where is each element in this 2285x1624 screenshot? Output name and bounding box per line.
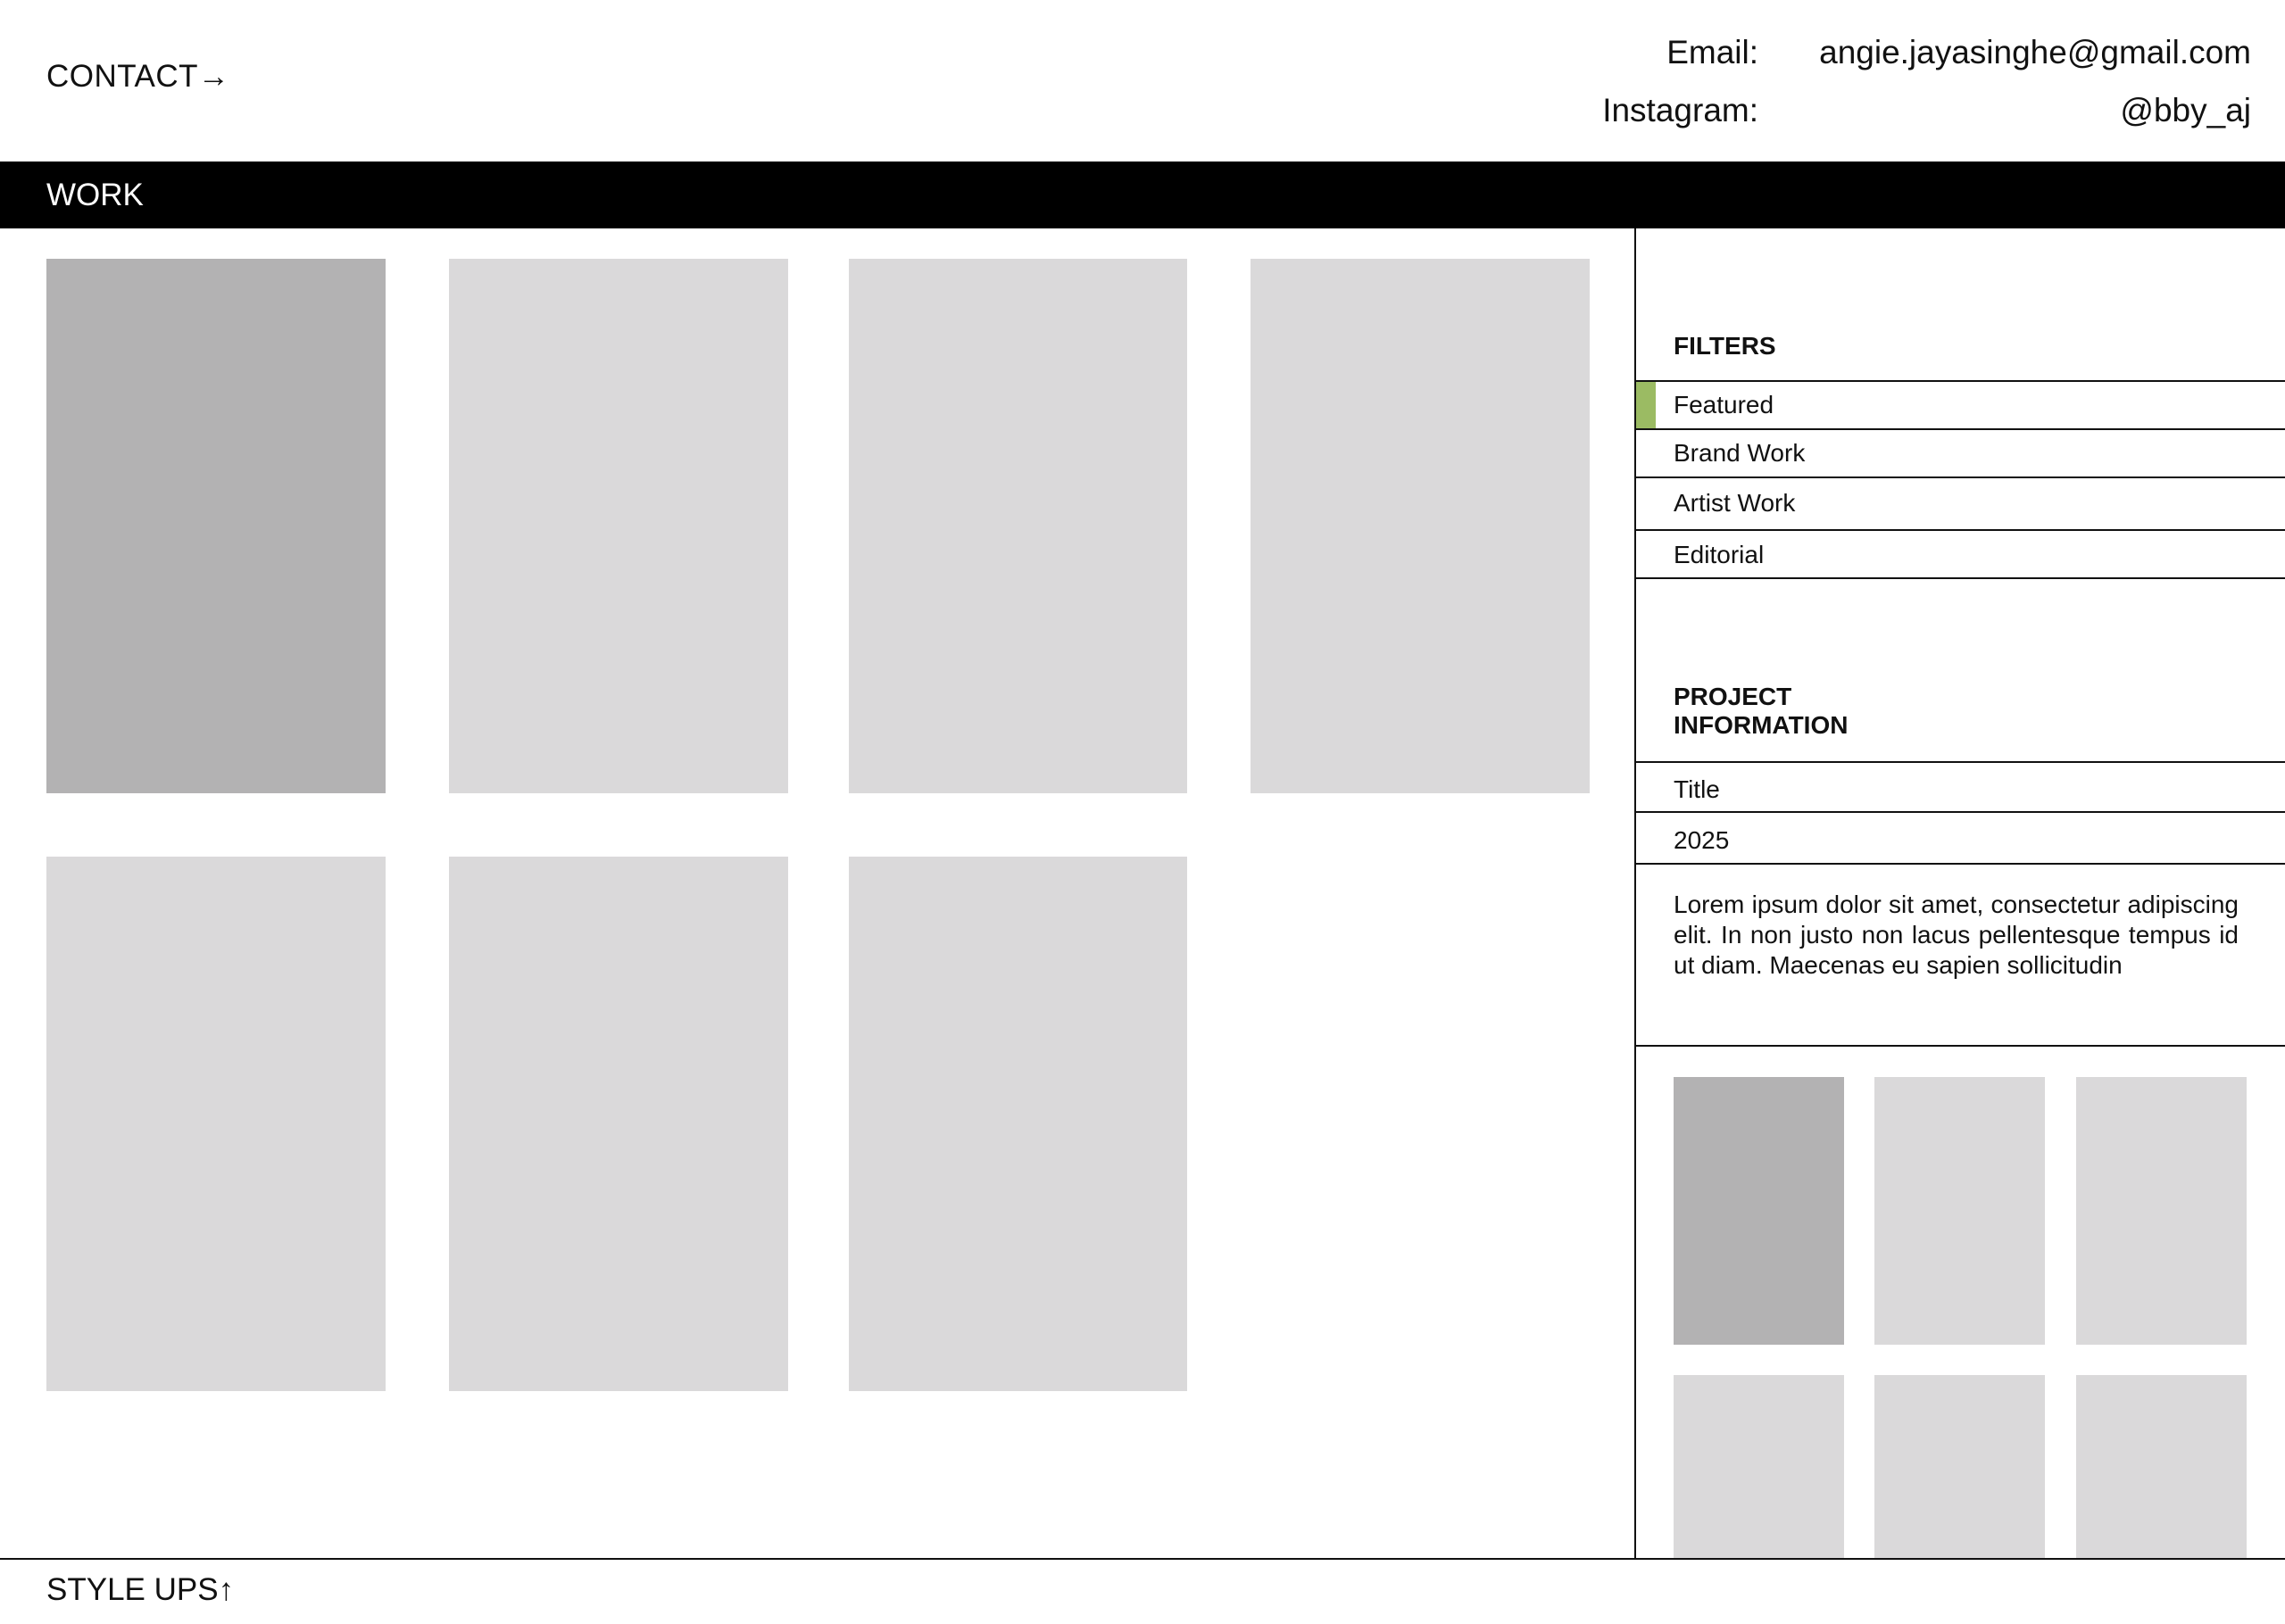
filter-editorial[interactable]: Editorial xyxy=(1636,532,2285,578)
instagram-label: Instagram: xyxy=(1602,92,1758,128)
style-ups-link[interactable]: STYLE UPS↑ xyxy=(46,1572,234,1608)
divider xyxy=(1634,811,2285,813)
work-title: WORK xyxy=(46,178,144,212)
project-thumbnail[interactable] xyxy=(2076,1375,2247,1558)
project-thumbnail[interactable] xyxy=(1874,1375,2045,1558)
project-thumbnail[interactable] xyxy=(1674,1375,1844,1558)
project-thumbnail[interactable] xyxy=(1874,1077,2045,1345)
divider xyxy=(1634,1045,2285,1047)
filter-label: Featured xyxy=(1674,391,1774,418)
email-label: Email: xyxy=(1666,34,1758,70)
project-description: Lorem ipsum dolor sit amet, consectetur … xyxy=(1674,891,2239,979)
filter-featured[interactable]: Featured xyxy=(1636,382,2285,428)
filter-artist-work[interactable]: Artist Work xyxy=(1636,480,2285,526)
contact-link[interactable]: CONTACT→ xyxy=(46,59,230,95)
work-tile[interactable] xyxy=(1251,259,1590,793)
project-heading-line: INFORMATION xyxy=(1674,711,1849,739)
project-thumbnail[interactable] xyxy=(2076,1077,2247,1345)
divider xyxy=(1634,863,2285,865)
work-tile[interactable] xyxy=(449,259,788,793)
project-year: 2025 xyxy=(1674,826,1730,854)
project-heading-line: PROJECT xyxy=(1674,683,1792,710)
project-thumbnail[interactable] xyxy=(1674,1077,1844,1345)
project-title: Title xyxy=(1674,775,1720,803)
contact-row-instagram: Instagram: @bby_aj xyxy=(1457,92,2251,150)
work-tile[interactable] xyxy=(46,857,386,1391)
divider xyxy=(1634,476,2285,478)
footer-divider xyxy=(0,1558,2285,1560)
filter-label: Artist Work xyxy=(1674,489,1796,517)
divider xyxy=(1634,529,2285,531)
work-tile[interactable] xyxy=(449,857,788,1391)
contact-row-email: Email: angie.jayasinghe@gmail.com xyxy=(1457,34,2251,92)
work-tile[interactable] xyxy=(849,259,1187,793)
filter-selected-indicator xyxy=(1636,382,1656,428)
email-link[interactable]: angie.jayasinghe@gmail.com xyxy=(1819,34,2251,71)
page: CONTACT→ Email: angie.jayasinghe@gmail.c… xyxy=(0,0,2285,1624)
header: CONTACT→ Email: angie.jayasinghe@gmail.c… xyxy=(0,0,2285,162)
filter-brand-work[interactable]: Brand Work xyxy=(1636,430,2285,476)
project-info-heading: PROJECT INFORMATION xyxy=(1674,683,1848,740)
contact-info: Email: angie.jayasinghe@gmail.com Instag… xyxy=(1457,34,2251,150)
divider xyxy=(1634,577,2285,579)
filter-label: Editorial xyxy=(1674,541,1765,568)
work-section-bar: WORK xyxy=(0,162,2285,228)
instagram-link[interactable]: @bby_aj xyxy=(2120,92,2251,129)
filter-label: Brand Work xyxy=(1674,439,1806,467)
work-tile[interactable] xyxy=(849,857,1187,1391)
divider xyxy=(1634,761,2285,763)
filters-heading: FILTERS xyxy=(1674,332,1776,360)
work-tile[interactable] xyxy=(46,259,386,793)
